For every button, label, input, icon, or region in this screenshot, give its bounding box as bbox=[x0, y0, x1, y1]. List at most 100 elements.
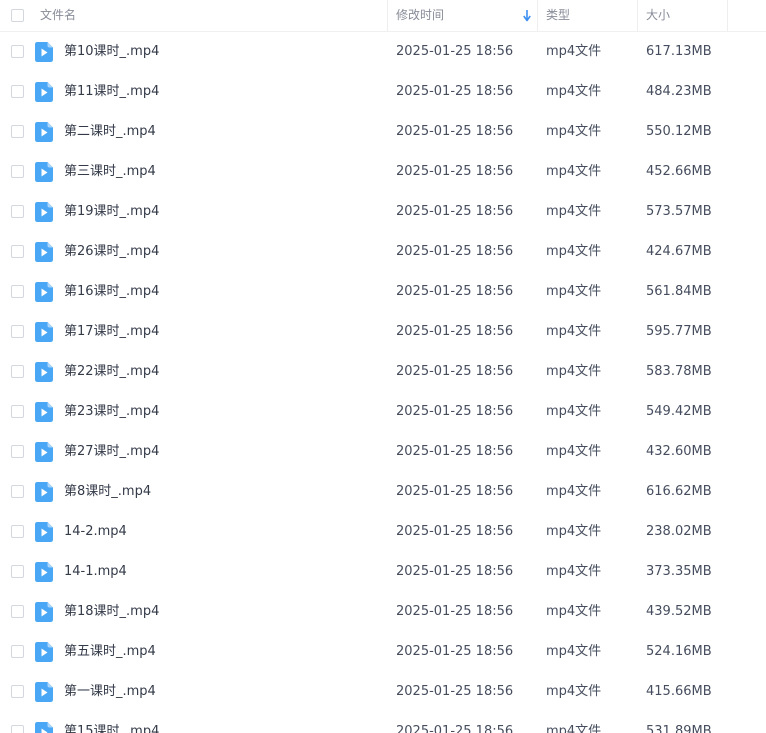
video-file-icon bbox=[35, 242, 53, 262]
file-modified-time: 2025-01-25 18:56 bbox=[396, 684, 514, 699]
file-type: mp4文件 bbox=[546, 724, 602, 733]
file-name[interactable]: 第16课时_.mp4 bbox=[64, 272, 159, 312]
file-name[interactable]: 第19课时_.mp4 bbox=[64, 192, 159, 232]
file-modified-time: 2025-01-25 18:56 bbox=[396, 444, 514, 459]
file-row[interactable]: 第18课时_.mp4 2025-01-25 18:56 mp4文件 439.52… bbox=[0, 592, 766, 632]
sort-down-arrow-icon[interactable] bbox=[522, 0, 532, 31]
file-modified-time: 2025-01-25 18:56 bbox=[396, 564, 514, 579]
column-divider[interactable] bbox=[537, 0, 538, 31]
file-type: mp4文件 bbox=[546, 124, 602, 139]
row-checkbox[interactable] bbox=[11, 605, 24, 618]
file-row[interactable]: 第19课时_.mp4 2025-01-25 18:56 mp4文件 573.57… bbox=[0, 192, 766, 232]
row-checkbox[interactable] bbox=[11, 245, 24, 258]
file-modified-time: 2025-01-25 18:56 bbox=[396, 484, 514, 499]
row-checkbox[interactable] bbox=[11, 405, 24, 418]
row-checkbox[interactable] bbox=[11, 725, 24, 733]
file-type: mp4文件 bbox=[546, 644, 602, 659]
file-row[interactable]: 第五课时_.mp4 2025-01-25 18:56 mp4文件 524.16M… bbox=[0, 632, 766, 672]
list-header: 文件名 修改时间 类型 大小 bbox=[0, 0, 766, 32]
row-checkbox[interactable] bbox=[11, 85, 24, 98]
file-name[interactable]: 14-1.mp4 bbox=[64, 552, 127, 592]
row-checkbox[interactable] bbox=[11, 285, 24, 298]
row-checkbox[interactable] bbox=[11, 485, 24, 498]
file-name[interactable]: 14-2.mp4 bbox=[64, 512, 127, 552]
row-checkbox[interactable] bbox=[11, 685, 24, 698]
row-checkbox[interactable] bbox=[11, 325, 24, 338]
column-divider[interactable] bbox=[387, 0, 388, 31]
file-row[interactable]: 14-1.mp4 2025-01-25 18:56 mp4文件 373.35MB bbox=[0, 552, 766, 592]
file-row[interactable]: 第27课时_.mp4 2025-01-25 18:56 mp4文件 432.60… bbox=[0, 432, 766, 472]
file-name[interactable]: 第10课时_.mp4 bbox=[64, 32, 159, 72]
row-checkbox[interactable] bbox=[11, 165, 24, 178]
file-size: 238.02MB bbox=[646, 524, 712, 539]
row-checkbox[interactable] bbox=[11, 205, 24, 218]
video-file-icon bbox=[35, 122, 53, 142]
file-type: mp4文件 bbox=[546, 244, 602, 259]
file-row[interactable]: 第11课时_.mp4 2025-01-25 18:56 mp4文件 484.23… bbox=[0, 72, 766, 112]
file-size: 452.66MB bbox=[646, 164, 712, 179]
file-modified-time: 2025-01-25 18:56 bbox=[396, 364, 514, 379]
video-file-icon bbox=[35, 602, 53, 622]
file-type: mp4文件 bbox=[546, 404, 602, 419]
file-type: mp4文件 bbox=[546, 444, 602, 459]
file-row[interactable]: 第26课时_.mp4 2025-01-25 18:56 mp4文件 424.67… bbox=[0, 232, 766, 272]
file-name[interactable]: 第一课时_.mp4 bbox=[64, 672, 156, 712]
file-size: 531.89MB bbox=[646, 724, 712, 733]
column-divider[interactable] bbox=[727, 0, 728, 31]
file-name[interactable]: 第11课时_.mp4 bbox=[64, 72, 159, 112]
file-modified-time: 2025-01-25 18:56 bbox=[396, 244, 514, 259]
column-header-name[interactable]: 文件名 bbox=[40, 0, 76, 31]
file-type: mp4文件 bbox=[546, 164, 602, 179]
file-row[interactable]: 14-2.mp4 2025-01-25 18:56 mp4文件 238.02MB bbox=[0, 512, 766, 552]
column-header-type[interactable]: 类型 bbox=[546, 0, 570, 31]
file-name[interactable]: 第23课时_.mp4 bbox=[64, 392, 159, 432]
file-row[interactable]: 第8课时_.mp4 2025-01-25 18:56 mp4文件 616.62M… bbox=[0, 472, 766, 512]
file-name[interactable]: 第18课时_.mp4 bbox=[64, 592, 159, 632]
file-size: 549.42MB bbox=[646, 404, 712, 419]
row-checkbox[interactable] bbox=[11, 125, 24, 138]
file-name[interactable]: 第15课时_.mp4 bbox=[64, 712, 159, 733]
file-name[interactable]: 第五课时_.mp4 bbox=[64, 632, 156, 672]
column-divider[interactable] bbox=[637, 0, 638, 31]
file-type: mp4文件 bbox=[546, 84, 602, 99]
video-file-icon bbox=[35, 562, 53, 582]
column-header-size[interactable]: 大小 bbox=[646, 0, 670, 31]
file-name[interactable]: 第22课时_.mp4 bbox=[64, 352, 159, 392]
file-size: 617.13MB bbox=[646, 44, 712, 59]
file-modified-time: 2025-01-25 18:56 bbox=[396, 524, 514, 539]
video-file-icon bbox=[35, 322, 53, 342]
file-size: 439.52MB bbox=[646, 604, 712, 619]
file-name[interactable]: 第27课时_.mp4 bbox=[64, 432, 159, 472]
row-checkbox[interactable] bbox=[11, 45, 24, 58]
row-checkbox[interactable] bbox=[11, 645, 24, 658]
file-row[interactable]: 第二课时_.mp4 2025-01-25 18:56 mp4文件 550.12M… bbox=[0, 112, 766, 152]
row-checkbox[interactable] bbox=[11, 525, 24, 538]
file-row[interactable]: 第17课时_.mp4 2025-01-25 18:56 mp4文件 595.77… bbox=[0, 312, 766, 352]
file-type: mp4文件 bbox=[546, 484, 602, 499]
file-row[interactable]: 第三课时_.mp4 2025-01-25 18:56 mp4文件 452.66M… bbox=[0, 152, 766, 192]
select-all-checkbox[interactable] bbox=[11, 9, 24, 22]
video-file-icon bbox=[35, 402, 53, 422]
file-row[interactable]: 第16课时_.mp4 2025-01-25 18:56 mp4文件 561.84… bbox=[0, 272, 766, 312]
file-row[interactable]: 第23课时_.mp4 2025-01-25 18:56 mp4文件 549.42… bbox=[0, 392, 766, 432]
file-row[interactable]: 第一课时_.mp4 2025-01-25 18:56 mp4文件 415.66M… bbox=[0, 672, 766, 712]
file-row[interactable]: 第22课时_.mp4 2025-01-25 18:56 mp4文件 583.78… bbox=[0, 352, 766, 392]
file-size: 424.67MB bbox=[646, 244, 712, 259]
video-file-icon bbox=[35, 42, 53, 62]
file-row[interactable]: 第15课时_.mp4 2025-01-25 18:56 mp4文件 531.89… bbox=[0, 712, 766, 733]
column-header-modified[interactable]: 修改时间 bbox=[396, 0, 444, 31]
row-checkbox[interactable] bbox=[11, 365, 24, 378]
row-checkbox[interactable] bbox=[11, 565, 24, 578]
file-rows: 第10课时_.mp4 2025-01-25 18:56 mp4文件 617.13… bbox=[0, 32, 766, 733]
file-modified-time: 2025-01-25 18:56 bbox=[396, 644, 514, 659]
row-checkbox[interactable] bbox=[11, 445, 24, 458]
file-row[interactable]: 第10课时_.mp4 2025-01-25 18:56 mp4文件 617.13… bbox=[0, 32, 766, 72]
video-file-icon bbox=[35, 82, 53, 102]
file-name[interactable]: 第8课时_.mp4 bbox=[64, 472, 151, 512]
file-name[interactable]: 第二课时_.mp4 bbox=[64, 112, 156, 152]
file-type: mp4文件 bbox=[546, 204, 602, 219]
file-name[interactable]: 第三课时_.mp4 bbox=[64, 152, 156, 192]
file-name[interactable]: 第26课时_.mp4 bbox=[64, 232, 159, 272]
file-name[interactable]: 第17课时_.mp4 bbox=[64, 312, 159, 352]
video-file-icon bbox=[35, 162, 53, 182]
